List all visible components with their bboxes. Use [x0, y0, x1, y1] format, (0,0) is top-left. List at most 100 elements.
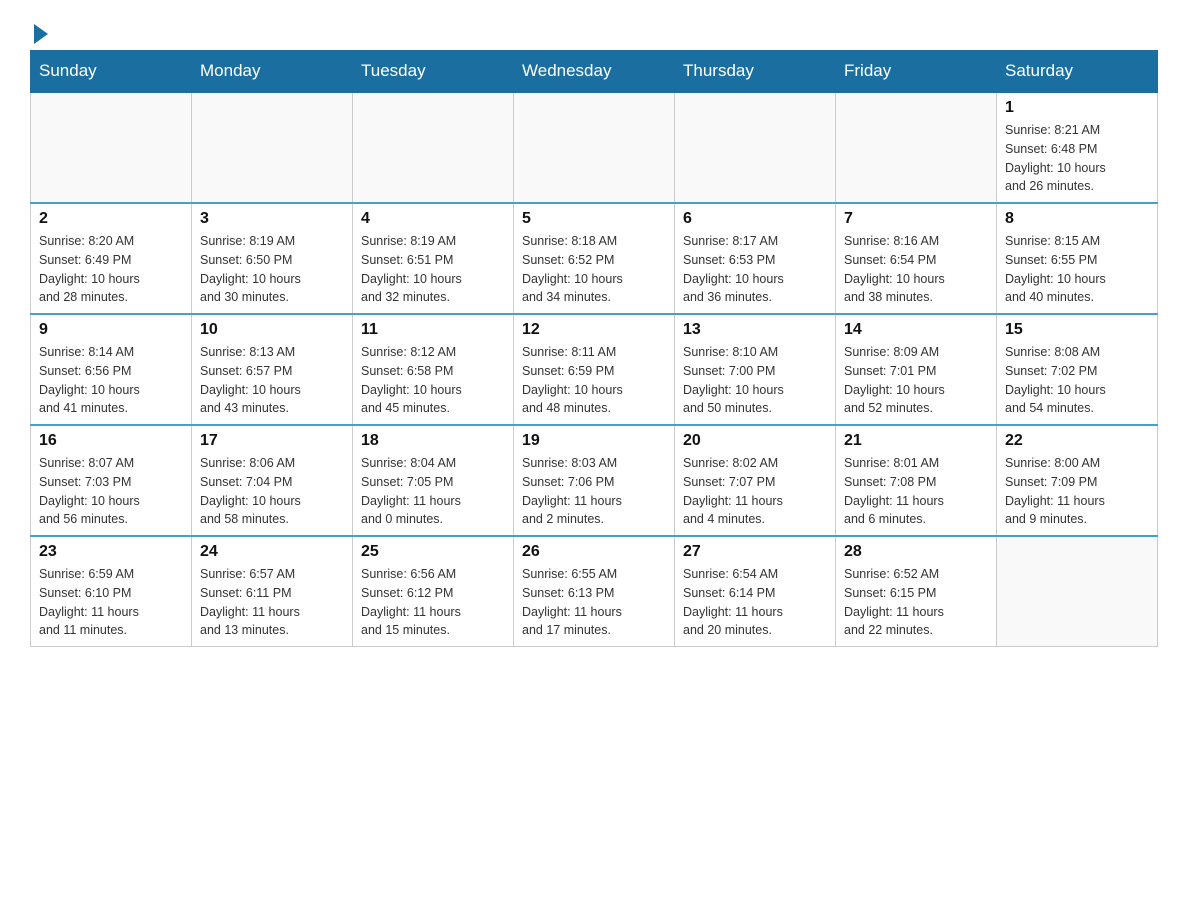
- day-header-thursday: Thursday: [675, 51, 836, 93]
- calendar-cell: 22 Sunrise: 8:00 AM Sunset: 7:09 PM Dayli…: [997, 425, 1158, 536]
- calendar-cell: 8 Sunrise: 8:15 AM Sunset: 6:55 PM Daylig…: [997, 203, 1158, 314]
- day-info: Sunrise: 6:52 AM Sunset: 6:15 PM Dayligh…: [844, 565, 988, 640]
- day-info: Sunrise: 6:55 AM Sunset: 6:13 PM Dayligh…: [522, 565, 666, 640]
- calendar-cell: 4 Sunrise: 8:19 AM Sunset: 6:51 PM Daylig…: [353, 203, 514, 314]
- day-number: 9: [39, 321, 183, 339]
- day-number: 14: [844, 321, 988, 339]
- day-info: Sunrise: 8:17 AM Sunset: 6:53 PM Dayligh…: [683, 232, 827, 307]
- calendar-cell: 15 Sunrise: 8:08 AM Sunset: 7:02 PM Dayli…: [997, 314, 1158, 425]
- day-number: 19: [522, 432, 666, 450]
- day-header-tuesday: Tuesday: [353, 51, 514, 93]
- day-info: Sunrise: 8:06 AM Sunset: 7:04 PM Dayligh…: [200, 454, 344, 529]
- day-number: 11: [361, 321, 505, 339]
- day-info: Sunrise: 8:00 AM Sunset: 7:09 PM Dayligh…: [1005, 454, 1149, 529]
- calendar-cell: 18 Sunrise: 8:04 AM Sunset: 7:05 PM Dayli…: [353, 425, 514, 536]
- day-info: Sunrise: 8:09 AM Sunset: 7:01 PM Dayligh…: [844, 343, 988, 418]
- day-number: 17: [200, 432, 344, 450]
- day-number: 8: [1005, 210, 1149, 228]
- day-header-wednesday: Wednesday: [514, 51, 675, 93]
- day-number: 21: [844, 432, 988, 450]
- calendar-cell: 9 Sunrise: 8:14 AM Sunset: 6:56 PM Daylig…: [31, 314, 192, 425]
- day-info: Sunrise: 8:11 AM Sunset: 6:59 PM Dayligh…: [522, 343, 666, 418]
- day-info: Sunrise: 8:21 AM Sunset: 6:48 PM Dayligh…: [1005, 121, 1149, 196]
- logo: [30, 20, 48, 40]
- calendar-cell: 17 Sunrise: 8:06 AM Sunset: 7:04 PM Dayli…: [192, 425, 353, 536]
- page-header: [30, 20, 1158, 40]
- day-number: 10: [200, 321, 344, 339]
- day-header-sunday: Sunday: [31, 51, 192, 93]
- day-number: 23: [39, 543, 183, 561]
- day-number: 22: [1005, 432, 1149, 450]
- calendar-header-row: SundayMondayTuesdayWednesdayThursdayFrid…: [31, 51, 1158, 93]
- day-info: Sunrise: 8:18 AM Sunset: 6:52 PM Dayligh…: [522, 232, 666, 307]
- calendar-cell: 13 Sunrise: 8:10 AM Sunset: 7:00 PM Dayli…: [675, 314, 836, 425]
- day-number: 27: [683, 543, 827, 561]
- day-info: Sunrise: 6:54 AM Sunset: 6:14 PM Dayligh…: [683, 565, 827, 640]
- day-info: Sunrise: 6:57 AM Sunset: 6:11 PM Dayligh…: [200, 565, 344, 640]
- calendar-cell: [997, 536, 1158, 647]
- day-number: 5: [522, 210, 666, 228]
- calendar-cell: 6 Sunrise: 8:17 AM Sunset: 6:53 PM Daylig…: [675, 203, 836, 314]
- calendar-cell: 20 Sunrise: 8:02 AM Sunset: 7:07 PM Dayli…: [675, 425, 836, 536]
- calendar-cell: [675, 92, 836, 203]
- day-info: Sunrise: 6:56 AM Sunset: 6:12 PM Dayligh…: [361, 565, 505, 640]
- day-info: Sunrise: 8:13 AM Sunset: 6:57 PM Dayligh…: [200, 343, 344, 418]
- calendar-week-row: 1 Sunrise: 8:21 AM Sunset: 6:48 PM Daylig…: [31, 92, 1158, 203]
- day-header-monday: Monday: [192, 51, 353, 93]
- calendar-cell: [836, 92, 997, 203]
- day-number: 1: [1005, 99, 1149, 117]
- day-number: 13: [683, 321, 827, 339]
- day-number: 3: [200, 210, 344, 228]
- day-info: Sunrise: 8:20 AM Sunset: 6:49 PM Dayligh…: [39, 232, 183, 307]
- day-number: 4: [361, 210, 505, 228]
- day-info: Sunrise: 8:19 AM Sunset: 6:50 PM Dayligh…: [200, 232, 344, 307]
- day-number: 18: [361, 432, 505, 450]
- day-number: 26: [522, 543, 666, 561]
- day-info: Sunrise: 8:04 AM Sunset: 7:05 PM Dayligh…: [361, 454, 505, 529]
- calendar-cell: 7 Sunrise: 8:16 AM Sunset: 6:54 PM Daylig…: [836, 203, 997, 314]
- day-info: Sunrise: 8:01 AM Sunset: 7:08 PM Dayligh…: [844, 454, 988, 529]
- calendar-cell: 26 Sunrise: 6:55 AM Sunset: 6:13 PM Dayli…: [514, 536, 675, 647]
- calendar-cell: 11 Sunrise: 8:12 AM Sunset: 6:58 PM Dayli…: [353, 314, 514, 425]
- calendar-cell: [514, 92, 675, 203]
- day-info: Sunrise: 8:15 AM Sunset: 6:55 PM Dayligh…: [1005, 232, 1149, 307]
- calendar-cell: 14 Sunrise: 8:09 AM Sunset: 7:01 PM Dayli…: [836, 314, 997, 425]
- day-info: Sunrise: 8:12 AM Sunset: 6:58 PM Dayligh…: [361, 343, 505, 418]
- calendar-cell: 1 Sunrise: 8:21 AM Sunset: 6:48 PM Daylig…: [997, 92, 1158, 203]
- day-number: 12: [522, 321, 666, 339]
- calendar-cell: [31, 92, 192, 203]
- day-number: 7: [844, 210, 988, 228]
- day-number: 16: [39, 432, 183, 450]
- calendar-cell: 2Sunrise: 8:20 AM Sunset: 6:49 PM Daylig…: [31, 203, 192, 314]
- calendar-cell: 27 Sunrise: 6:54 AM Sunset: 6:14 PM Dayli…: [675, 536, 836, 647]
- day-number: 6: [683, 210, 827, 228]
- calendar-cell: 5 Sunrise: 8:18 AM Sunset: 6:52 PM Daylig…: [514, 203, 675, 314]
- calendar-cell: 19 Sunrise: 8:03 AM Sunset: 7:06 PM Dayli…: [514, 425, 675, 536]
- day-info: Sunrise: 8:07 AM Sunset: 7:03 PM Dayligh…: [39, 454, 183, 529]
- calendar-cell: 28 Sunrise: 6:52 AM Sunset: 6:15 PM Dayli…: [836, 536, 997, 647]
- day-info: Sunrise: 8:19 AM Sunset: 6:51 PM Dayligh…: [361, 232, 505, 307]
- calendar-cell: 16 Sunrise: 8:07 AM Sunset: 7:03 PM Dayli…: [31, 425, 192, 536]
- calendar-cell: 23Sunrise: 6:59 AM Sunset: 6:10 PM Dayli…: [31, 536, 192, 647]
- calendar-week-row: 2Sunrise: 8:20 AM Sunset: 6:49 PM Daylig…: [31, 203, 1158, 314]
- day-info: Sunrise: 8:03 AM Sunset: 7:06 PM Dayligh…: [522, 454, 666, 529]
- day-header-saturday: Saturday: [997, 51, 1158, 93]
- calendar-cell: 12 Sunrise: 8:11 AM Sunset: 6:59 PM Dayli…: [514, 314, 675, 425]
- day-info: Sunrise: 8:16 AM Sunset: 6:54 PM Dayligh…: [844, 232, 988, 307]
- calendar-cell: 24Sunrise: 6:57 AM Sunset: 6:11 PM Dayli…: [192, 536, 353, 647]
- calendar-week-row: 16 Sunrise: 8:07 AM Sunset: 7:03 PM Dayli…: [31, 425, 1158, 536]
- day-info: Sunrise: 8:02 AM Sunset: 7:07 PM Dayligh…: [683, 454, 827, 529]
- day-number: 20: [683, 432, 827, 450]
- day-number: 15: [1005, 321, 1149, 339]
- calendar-cell: 3 Sunrise: 8:19 AM Sunset: 6:50 PM Daylig…: [192, 203, 353, 314]
- calendar-cell: 10 Sunrise: 8:13 AM Sunset: 6:57 PM Dayli…: [192, 314, 353, 425]
- calendar-table: SundayMondayTuesdayWednesdayThursdayFrid…: [30, 50, 1158, 647]
- day-info: Sunrise: 8:08 AM Sunset: 7:02 PM Dayligh…: [1005, 343, 1149, 418]
- day-number: 25: [361, 543, 505, 561]
- calendar-cell: 21 Sunrise: 8:01 AM Sunset: 7:08 PM Dayli…: [836, 425, 997, 536]
- calendar-cell: [353, 92, 514, 203]
- calendar-cell: 25 Sunrise: 6:56 AM Sunset: 6:12 PM Dayli…: [353, 536, 514, 647]
- day-number: 28: [844, 543, 988, 561]
- day-info: Sunrise: 8:14 AM Sunset: 6:56 PM Dayligh…: [39, 343, 183, 418]
- day-info: Sunrise: 8:10 AM Sunset: 7:00 PM Dayligh…: [683, 343, 827, 418]
